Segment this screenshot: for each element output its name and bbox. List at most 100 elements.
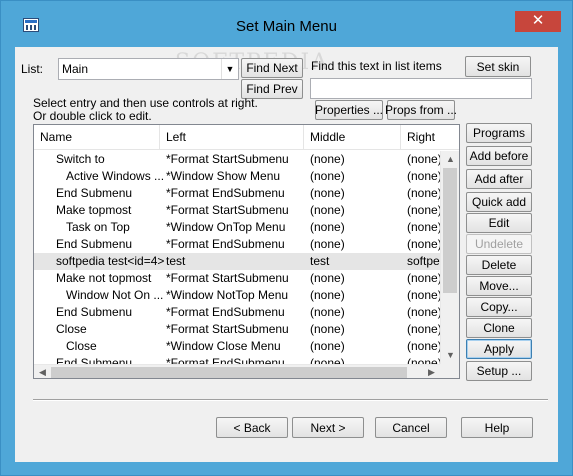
add-before-button[interactable]: Add before xyxy=(466,146,532,166)
cell-middle: (none) xyxy=(310,220,345,234)
scroll-down-icon[interactable]: ▼ xyxy=(441,347,459,364)
cell-right: (none) xyxy=(407,220,440,234)
table-row[interactable]: Window Not On ... *Window NotTop Menu (non… xyxy=(34,287,440,304)
cell-middle: (none) xyxy=(310,322,345,336)
vertical-scrollbar[interactable]: ▲ ▼ xyxy=(440,151,459,364)
table-row[interactable]: End Submenu *Format EndSubmenu (none) (none… xyxy=(34,236,440,253)
cell-right: (none) xyxy=(407,356,440,364)
horizontal-scrollbar[interactable]: ◀ ▶ xyxy=(34,364,440,378)
list-select-value: Main xyxy=(62,62,89,76)
cell-right: (none) xyxy=(407,169,440,183)
programs-button[interactable]: Programs xyxy=(466,123,532,143)
cell-right: (none) xyxy=(407,305,440,319)
cell-middle: (none) xyxy=(310,339,345,353)
find-text-input[interactable] xyxy=(310,78,532,99)
table-row[interactable]: Close *Format StartSubmenu (none) (none) xyxy=(34,321,440,338)
table-row[interactable]: End Submenu *Format EndSubmenu (none) (none… xyxy=(34,185,440,202)
instructions-line-1: Select entry and then use controls at ri… xyxy=(33,96,258,110)
properties-button[interactable]: Properties ... xyxy=(315,100,383,120)
delete-button[interactable]: Delete xyxy=(466,255,532,275)
cell-middle: (none) xyxy=(310,203,345,217)
window-title: Set Main Menu xyxy=(236,18,337,35)
cell-right: (none) xyxy=(407,271,440,285)
column-header-name[interactable]: Name xyxy=(34,125,160,150)
cell-name: End Submenu xyxy=(56,186,133,200)
cell-right: (none) xyxy=(407,152,440,166)
cell-left: *Format StartSubmenu xyxy=(166,152,289,166)
back-button[interactable]: < Back xyxy=(216,417,288,438)
table-row[interactable]: Active Windows ... *Window Show Menu (none… xyxy=(34,168,440,185)
cell-left: *Window Show Menu xyxy=(166,169,281,183)
column-header-right[interactable]: Right xyxy=(401,125,459,150)
cell-middle: (none) xyxy=(310,356,345,364)
scroll-right-icon[interactable]: ▶ xyxy=(423,365,440,378)
column-header-left[interactable]: Left xyxy=(160,125,304,150)
cell-middle: (none) xyxy=(310,271,345,285)
list-rows: Switch to *Format StartSubmenu (none) (none… xyxy=(34,151,440,364)
cell-left: *Window NotTop Menu xyxy=(166,288,289,302)
edit-button[interactable]: Edit xyxy=(466,213,532,233)
cell-name: Task on Top xyxy=(66,220,130,234)
cell-name: Switch to xyxy=(56,152,105,166)
cell-right: (none) xyxy=(407,237,440,251)
help-button[interactable]: Help xyxy=(461,417,533,438)
list-select[interactable]: Main ▼ xyxy=(58,58,239,80)
cell-left: *Format EndSubmenu xyxy=(166,186,285,200)
cell-name: Make not topmost xyxy=(56,271,152,285)
cell-left: *Format StartSubmenu xyxy=(166,271,289,285)
dialog-window: Set Main Menu ✕ SOFTPEDIA List: Main ▼ F… xyxy=(0,0,573,476)
apply-button[interactable]: Apply xyxy=(466,339,532,359)
cancel-button[interactable]: Cancel xyxy=(375,417,447,438)
cell-right: (none) xyxy=(407,288,440,302)
chevron-down-icon[interactable]: ▼ xyxy=(221,59,238,79)
cell-middle: (none) xyxy=(310,305,345,319)
table-row[interactable]: End Submenu *Format EndSubmenu (none) (none… xyxy=(34,304,440,321)
undelete-button[interactable]: Undelete xyxy=(466,234,532,254)
menu-items-list[interactable]: Name Left Middle Right Switch to *Format … xyxy=(33,124,460,379)
copy-button[interactable]: Copy... xyxy=(466,297,532,317)
cell-right: (none) xyxy=(407,186,440,200)
cell-name: Close xyxy=(66,339,97,353)
cell-right: (none) xyxy=(407,322,440,336)
setup-button[interactable]: Setup ... xyxy=(466,361,532,381)
title-bar[interactable]: Set Main Menu ✕ xyxy=(1,1,572,47)
table-row[interactable]: End Submenu *Format EndSubmenu (none) (none… xyxy=(34,355,440,364)
next-button[interactable]: Next > xyxy=(292,417,364,438)
table-row[interactable]: softpedia test<id=4>testtestsoftpedi xyxy=(34,253,440,270)
table-row[interactable]: Switch to *Format StartSubmenu (none) (none… xyxy=(34,151,440,168)
table-row[interactable]: Make not topmost *Format StartSubmenu (non… xyxy=(34,270,440,287)
cell-name: Active Windows ... xyxy=(66,169,164,183)
cell-right: (none) xyxy=(407,203,440,217)
column-header-middle[interactable]: Middle xyxy=(304,125,401,150)
cell-name: Make topmost xyxy=(56,203,132,217)
horizontal-scroll-thumb[interactable] xyxy=(51,367,407,378)
cell-middle: (none) xyxy=(310,186,345,200)
find-next-button[interactable]: Find Next xyxy=(241,58,303,78)
props-from-button[interactable]: Props from ... xyxy=(385,100,457,120)
cell-left: *Format StartSubmenu xyxy=(166,203,289,217)
quick-add-button[interactable]: Quick add xyxy=(466,192,532,212)
scroll-up-icon[interactable]: ▲ xyxy=(441,151,459,168)
cell-name: End Submenu xyxy=(56,305,133,319)
move-button[interactable]: Move... xyxy=(466,276,532,296)
cell-right: (none) xyxy=(407,339,440,353)
find-text-label: Find this text in list items xyxy=(311,59,442,73)
cell-name: Close xyxy=(56,322,87,336)
footer-separator xyxy=(33,399,548,401)
scrollbar-corner xyxy=(440,364,459,378)
table-row[interactable]: Make topmost *Format StartSubmenu (none) (n… xyxy=(34,202,440,219)
cell-name: End Submenu xyxy=(56,237,133,251)
cell-middle: (none) xyxy=(310,169,345,183)
scroll-left-icon[interactable]: ◀ xyxy=(34,365,51,378)
cell-middle: (none) xyxy=(310,288,345,302)
cell-right: softpedi xyxy=(407,254,440,268)
cell-middle: (none) xyxy=(310,152,345,166)
vertical-scroll-thumb[interactable] xyxy=(443,168,457,293)
set-skin-button[interactable]: Set skin xyxy=(465,56,531,77)
table-row[interactable]: Close *Window Close Menu (none) (none) xyxy=(34,338,440,355)
clone-button[interactable]: Clone xyxy=(466,318,532,338)
close-button[interactable]: ✕ xyxy=(515,11,561,32)
add-after-button[interactable]: Add after xyxy=(466,169,532,189)
table-row[interactable]: Task on Top *Window OnTop Menu (none) (none… xyxy=(34,219,440,236)
cell-middle: test xyxy=(310,254,330,268)
